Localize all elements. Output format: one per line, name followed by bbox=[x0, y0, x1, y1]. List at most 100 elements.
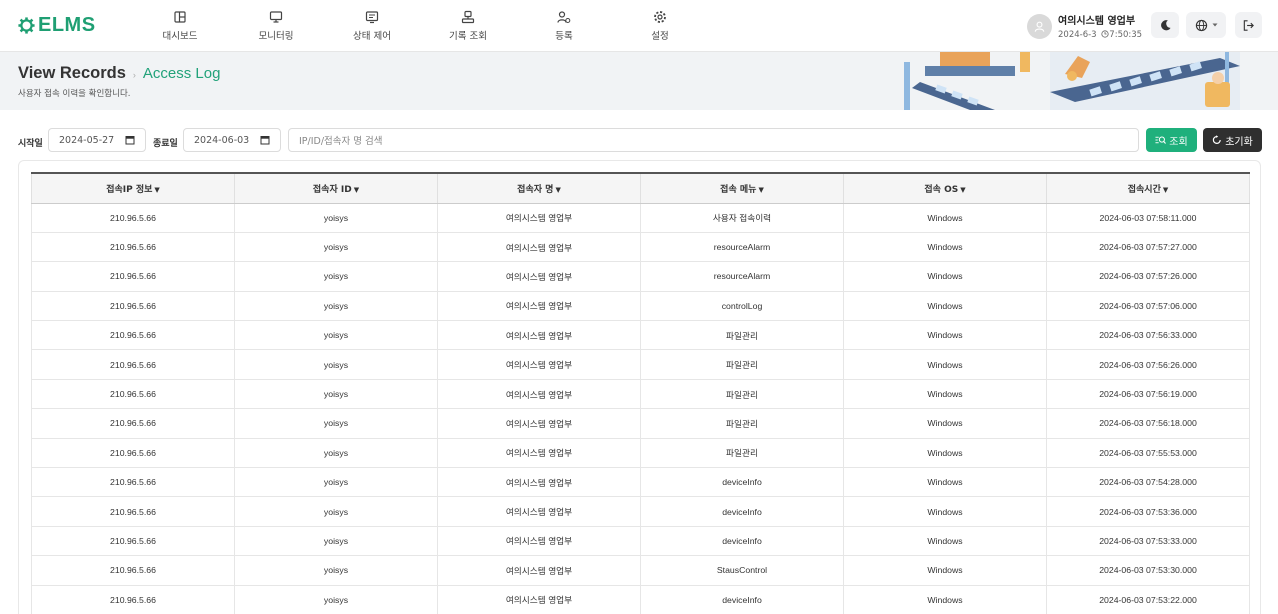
table-row[interactable]: 210.96.5.66 yoisys 여의시스템 영업부 파일관리 Windows 202… bbox=[31, 379, 1250, 410]
cell-os: Windows bbox=[843, 203, 1047, 233]
table-row[interactable]: 210.96.5.66 yoisys 여의시스템 영업부 deviceInfo Wind… bbox=[31, 585, 1250, 614]
cell-menu: 파일관리 bbox=[640, 438, 844, 469]
cell-menu: 파일관리 bbox=[640, 379, 844, 410]
column-header-user-name[interactable]: 접속자 명 ▼ bbox=[437, 172, 641, 204]
table-header-row: 접속IP 정보 ▼ 접속자 ID ▼ 접속자 명 ▼ 접속 메뉴 ▼ 접속 OS ▼ 접속… bbox=[31, 172, 1250, 204]
cell-user-id: yoisys bbox=[234, 438, 438, 469]
user-icon bbox=[1034, 21, 1045, 32]
cell-time: 2024-06-03 07:56:26.000 bbox=[1046, 349, 1250, 380]
cell-user-name: 여의시스템 영업부 bbox=[437, 291, 641, 322]
table-row[interactable]: 210.96.5.66 yoisys 여의시스템 영업부 deviceInfo Wind… bbox=[31, 467, 1250, 498]
end-date-input[interactable]: 2024-06-03 bbox=[183, 128, 281, 152]
breadcrumb-separator: › bbox=[132, 70, 136, 80]
avatar bbox=[1027, 13, 1052, 39]
column-header-ip[interactable]: 접속IP 정보 ▼ bbox=[31, 172, 235, 204]
nav-dashboard[interactable]: 대시보드 bbox=[132, 0, 228, 52]
nav-records[interactable]: 기록 조회 bbox=[420, 0, 516, 52]
language-select[interactable] bbox=[1186, 12, 1226, 38]
cell-menu: 파일관리 bbox=[640, 349, 844, 380]
nav-label: 등록 bbox=[555, 31, 573, 42]
calendar-icon bbox=[260, 136, 270, 145]
table-row[interactable]: 210.96.5.66 yoisys 여의시스템 영업부 파일관리 Windows 202… bbox=[31, 349, 1250, 380]
column-header-label: 접속 메뉴 bbox=[720, 184, 757, 195]
login-time: 2024-6-3 7:50:35 bbox=[1058, 30, 1142, 40]
filter-bar: 시작일 2024-05-27 종료일 2024-06-03 IP/ID/접속자 … bbox=[0, 110, 1278, 160]
cell-user-name: 여의시스템 영업부 bbox=[437, 555, 641, 586]
cell-user-id: yoisys bbox=[234, 203, 438, 233]
cell-time: 2024-06-03 07:56:19.000 bbox=[1046, 379, 1250, 410]
search-button[interactable]: 조회 bbox=[1146, 128, 1197, 152]
cell-menu: deviceInfo bbox=[640, 496, 844, 527]
nav-register[interactable]: 등록 bbox=[516, 0, 612, 52]
column-header-user-id[interactable]: 접속자 ID ▼ bbox=[234, 172, 438, 204]
cell-menu: resourceAlarm bbox=[640, 232, 844, 263]
nav-settings[interactable]: 설정 bbox=[612, 0, 708, 52]
logout-button[interactable] bbox=[1235, 12, 1262, 38]
records-icon bbox=[461, 10, 475, 24]
nav-monitoring[interactable]: 모니터링 bbox=[228, 0, 324, 52]
table-row[interactable]: 210.96.5.66 yoisys 여의시스템 영업부 resourceAlarm W… bbox=[31, 261, 1250, 292]
cell-ip: 210.96.5.66 bbox=[31, 379, 235, 410]
elms-logo[interactable]: ELMS bbox=[18, 14, 96, 37]
sort-caret-icon: ▼ bbox=[555, 185, 561, 194]
cell-os: Windows bbox=[843, 291, 1047, 322]
cell-user-name: 여의시스템 영업부 bbox=[437, 585, 641, 614]
cell-time: 2024-06-03 07:53:22.000 bbox=[1046, 585, 1250, 614]
column-header-label: 접속 OS bbox=[924, 184, 959, 195]
cell-ip: 210.96.5.66 bbox=[31, 555, 235, 586]
status-control-icon bbox=[365, 11, 379, 24]
reset-button[interactable]: 초기화 bbox=[1203, 128, 1262, 152]
cell-user-name: 여의시스템 영업부 bbox=[437, 203, 641, 233]
cell-user-id: yoisys bbox=[234, 349, 438, 380]
cell-ip: 210.96.5.66 bbox=[31, 232, 235, 263]
cell-menu: 사용자 접속이력 bbox=[640, 203, 844, 233]
column-header-time[interactable]: 접속시간 ▼ bbox=[1046, 172, 1250, 204]
page-title: View Records › Access Log bbox=[18, 64, 220, 83]
cell-ip: 210.96.5.66 bbox=[31, 467, 235, 498]
table-row[interactable]: 210.96.5.66 yoisys 여의시스템 영업부 파일관리 Windows 202… bbox=[31, 320, 1250, 351]
cell-user-name: 여의시스템 영업부 bbox=[437, 349, 641, 380]
cell-user-id: yoisys bbox=[234, 320, 438, 351]
cell-user-id: yoisys bbox=[234, 585, 438, 614]
column-header-label: 접속자 명 bbox=[517, 184, 554, 195]
nav-status-control[interactable]: 상태 제어 bbox=[324, 0, 420, 52]
sort-caret-icon: ▼ bbox=[758, 185, 764, 194]
column-header-os[interactable]: 접속 OS ▼ bbox=[843, 172, 1047, 204]
register-icon bbox=[557, 11, 571, 23]
table-row[interactable]: 210.96.5.66 yoisys 여의시스템 영업부 deviceInfo Wind… bbox=[31, 526, 1250, 557]
table-row[interactable]: 210.96.5.66 yoisys 여의시스템 영업부 controlLog Wind… bbox=[31, 291, 1250, 322]
cell-time: 2024-06-03 07:56:33.000 bbox=[1046, 320, 1250, 351]
search-input[interactable]: IP/ID/접속자 명 검색 bbox=[288, 128, 1139, 152]
cell-user-name: 여의시스템 영업부 bbox=[437, 232, 641, 263]
cell-user-id: yoisys bbox=[234, 232, 438, 263]
cell-menu: controlLog bbox=[640, 291, 844, 322]
start-date-input[interactable]: 2024-05-27 bbox=[48, 128, 146, 152]
page-description: 사용자 접속 이력을 확인합니다. bbox=[18, 89, 131, 99]
table-row[interactable]: 210.96.5.66 yoisys 여의시스템 영업부 사용자 접속이력 Window… bbox=[31, 203, 1250, 233]
reset-button-label: 초기화 bbox=[1225, 136, 1253, 148]
monitor-icon bbox=[269, 11, 283, 23]
cell-menu: 파일관리 bbox=[640, 320, 844, 351]
column-header-label: 접속자 ID bbox=[312, 184, 352, 195]
table-row[interactable]: 210.96.5.66 yoisys 여의시스템 영업부 파일관리 Windows 202… bbox=[31, 408, 1250, 439]
cell-time: 2024-06-03 07:54:28.000 bbox=[1046, 467, 1250, 498]
table-row[interactable]: 210.96.5.66 yoisys 여의시스템 영업부 resourceAlarm W… bbox=[31, 232, 1250, 263]
table-row[interactable]: 210.96.5.66 yoisys 여의시스템 영업부 deviceInfo Wind… bbox=[31, 496, 1250, 527]
table-row[interactable]: 210.96.5.66 yoisys 여의시스템 영업부 파일관리 Windows 202… bbox=[31, 438, 1250, 469]
access-log-table: 접속IP 정보 ▼ 접속자 ID ▼ 접속자 명 ▼ 접속 메뉴 ▼ 접속 OS ▼ 접속… bbox=[31, 172, 1250, 614]
refresh-icon bbox=[1213, 135, 1221, 144]
cell-time: 2024-06-03 07:55:53.000 bbox=[1046, 438, 1250, 469]
dark-mode-toggle[interactable] bbox=[1151, 12, 1179, 38]
top-navigation-bar: ELMS 대시보드 모니터링 상태 제어 기록 조회 등록 설정 여의시스템 영… bbox=[0, 0, 1278, 52]
cell-ip: 210.96.5.66 bbox=[31, 585, 235, 614]
column-header-menu[interactable]: 접속 메뉴 ▼ bbox=[640, 172, 844, 204]
cell-menu: StausControl bbox=[640, 555, 844, 586]
cell-user-id: yoisys bbox=[234, 261, 438, 292]
cell-os: Windows bbox=[843, 232, 1047, 263]
cell-user-id: yoisys bbox=[234, 526, 438, 557]
user-profile[interactable]: 여의시스템 영업부 2024-6-3 7:50:35 bbox=[1027, 12, 1142, 40]
sort-caret-icon: ▼ bbox=[353, 185, 360, 194]
table-row[interactable]: 210.96.5.66 yoisys 여의시스템 영업부 StausControl Wi… bbox=[31, 555, 1250, 586]
cell-ip: 210.96.5.66 bbox=[31, 349, 235, 380]
start-date-value: 2024-05-27 bbox=[59, 134, 115, 146]
